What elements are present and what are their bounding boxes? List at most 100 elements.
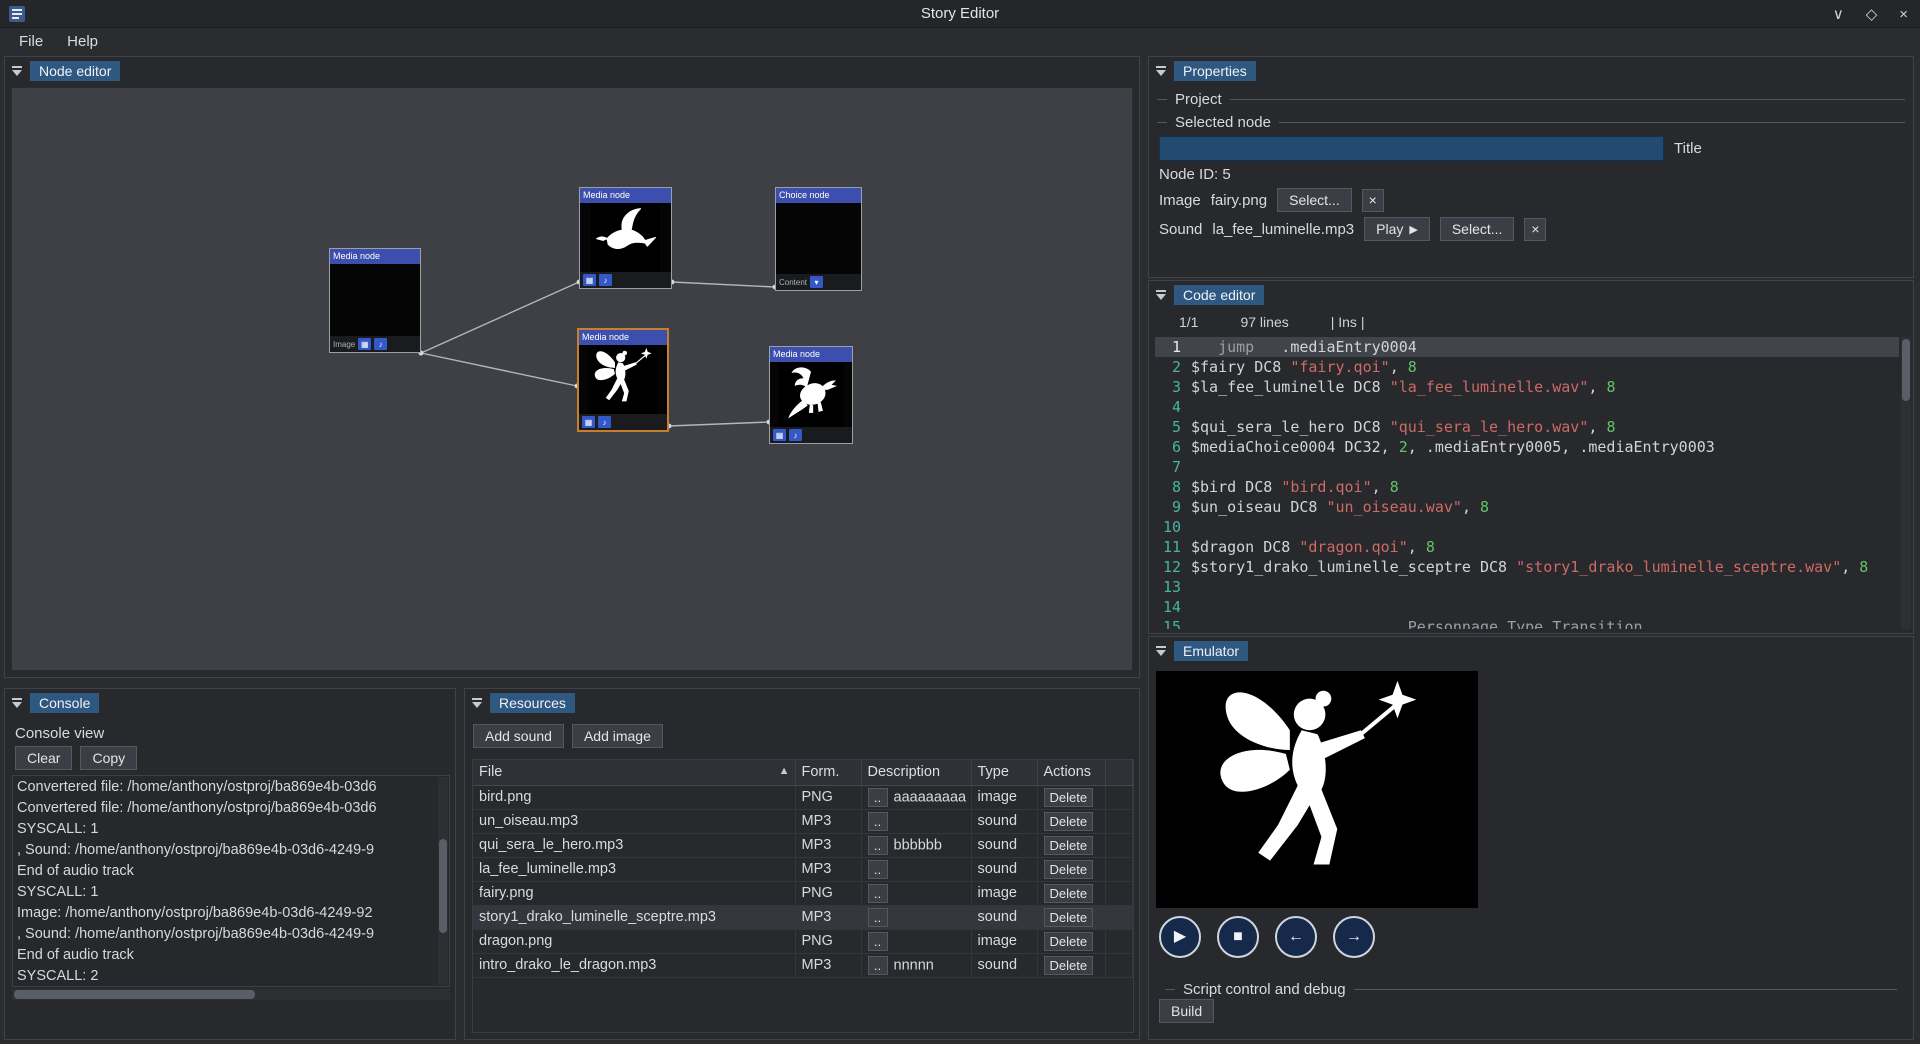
copy-button[interactable]: Copy [80, 746, 137, 770]
column-header-type[interactable]: Type [971, 760, 1037, 785]
minimize-button[interactable]: ∨ [1833, 7, 1844, 22]
panel-title-console: Console [30, 693, 99, 713]
collapse-icon[interactable] [1155, 290, 1167, 301]
build-button[interactable]: Build [1159, 999, 1214, 1023]
console-vertical-scrollbar[interactable] [438, 777, 448, 985]
image-row-label: Image [1159, 192, 1201, 209]
emulator-header: Emulator [1149, 637, 1913, 665]
code-line: 11$dragon DC8 "dragon.qoi", 8 [1155, 537, 1899, 557]
delete-button[interactable]: Delete [1044, 932, 1094, 951]
description-edit-button[interactable]: .. [868, 788, 888, 807]
collapse-icon[interactable] [1155, 66, 1167, 77]
description-edit-button[interactable]: .. [868, 932, 888, 951]
delete-button[interactable]: Delete [1044, 836, 1094, 855]
delete-button[interactable]: Delete [1044, 860, 1094, 879]
code-line: 14 [1155, 597, 1899, 617]
console-horizontal-scrollbar[interactable] [12, 989, 450, 1000]
description-edit-button[interactable]: .. [868, 836, 888, 855]
image-select-button[interactable]: Select... [1277, 188, 1352, 212]
properties-header: Properties [1149, 57, 1913, 85]
code-area[interactable]: 1 jump .mediaEntry00042$fairy DC8 "fairy… [1155, 337, 1899, 629]
column-header-description[interactable]: Description [861, 760, 971, 785]
node-chip[interactable]: ▦ [582, 416, 595, 428]
node-chip[interactable]: ♪ [374, 338, 387, 350]
collapse-icon[interactable] [1155, 646, 1167, 657]
console-log-line: Image: /home/anthony/ostproj/ba869e4b-03… [17, 903, 435, 924]
delete-button[interactable]: Delete [1044, 884, 1094, 903]
column-header-actions[interactable]: Actions [1037, 760, 1105, 785]
description-edit-button[interactable]: .. [868, 908, 888, 927]
delete-button[interactable]: Delete [1044, 908, 1094, 927]
node-bird[interactable]: Media node ▦♪ [579, 187, 672, 289]
type-cell: image [971, 785, 1037, 809]
table-row[interactable]: story1_drako_luminelle_sceptre.mp3MP3..s… [473, 905, 1133, 929]
console-hscroll-thumb[interactable] [14, 990, 255, 999]
menu-help[interactable]: Help [56, 30, 109, 53]
image-clear-button[interactable]: × [1362, 189, 1384, 212]
title-input[interactable] [1159, 136, 1664, 161]
console-log-line: End of audio track [17, 861, 435, 882]
step-forward-button[interactable]: → [1333, 916, 1375, 958]
table-row[interactable]: dragon.pngPNG..imageDelete [473, 929, 1133, 953]
column-header-file[interactable]: File▲ [473, 760, 795, 785]
column-header-form[interactable]: Form. [795, 760, 861, 785]
description-edit-button[interactable]: .. [868, 860, 888, 879]
collapse-icon[interactable] [11, 66, 23, 77]
code-scrollbar-thumb[interactable] [1902, 339, 1910, 401]
stop-button[interactable]: ■ [1217, 916, 1259, 958]
console-log-line: SYSCALL: 2 [17, 966, 435, 987]
node-canvas[interactable]: Media nodeImage▦♪ Media node ▦♪ Choice nod… [11, 87, 1133, 671]
type-cell: sound [971, 809, 1037, 833]
node-chip[interactable]: ▦ [358, 338, 371, 350]
delete-button[interactable]: Delete [1044, 812, 1094, 831]
node-body [579, 345, 667, 414]
sort-ascending-icon: ▲ [779, 765, 790, 777]
add-sound-button[interactable]: Add sound [473, 724, 564, 748]
table-row[interactable]: qui_sera_le_hero.mp3MP3..bbbbbbsoundDele… [473, 833, 1133, 857]
node-chip[interactable]: ♪ [599, 274, 612, 286]
collapse-icon[interactable] [471, 698, 483, 709]
play-button[interactable]: ▶ [1159, 916, 1201, 958]
table-row[interactable]: un_oiseau.mp3MP3..soundDelete [473, 809, 1133, 833]
type-cell: sound [971, 953, 1037, 977]
sound-clear-button[interactable]: × [1524, 218, 1546, 241]
description-edit-button[interactable]: .. [868, 884, 888, 903]
description-edit-button[interactable]: .. [868, 956, 888, 975]
node-fairy[interactable]: Media node ▦♪ [577, 328, 669, 432]
project-group-label: Project [1175, 91, 1222, 108]
type-cell: sound [971, 857, 1037, 881]
panel-code-editor: Code editor 1/1 97 lines | Ins | 1 jump … [1148, 280, 1914, 634]
code-line: 13 [1155, 577, 1899, 597]
description-edit-button[interactable]: .. [868, 812, 888, 831]
table-row[interactable]: la_fee_luminelle.mp3MP3..soundDelete [473, 857, 1133, 881]
node-dragon[interactable]: Media node ▦♪ [769, 346, 853, 444]
delete-button[interactable]: Delete [1044, 956, 1094, 975]
add-image-button[interactable]: Add image [572, 724, 663, 748]
clear-button[interactable]: Clear [15, 746, 72, 770]
node-choice[interactable]: Choice nodeContent▾ [775, 187, 862, 291]
sound-play-button[interactable]: Play ▶ [1364, 217, 1430, 241]
node-chip[interactable]: ▦ [583, 274, 596, 286]
code-scrollbar[interactable] [1901, 337, 1911, 629]
table-row[interactable]: intro_drako_le_dragon.mp3MP3..nnnnnsound… [473, 953, 1133, 977]
table-row[interactable]: fairy.pngPNG..imageDelete [473, 881, 1133, 905]
node-chip[interactable]: ▾ [810, 276, 823, 288]
node-intro[interactable]: Media nodeImage▦♪ [329, 248, 421, 353]
close-button[interactable]: × [1899, 7, 1908, 22]
step-back-button[interactable]: ← [1275, 916, 1317, 958]
collapse-icon[interactable] [11, 698, 23, 709]
console-log: Convertered file: /home/anthony/ostproj/… [12, 775, 450, 987]
window-title: Story Editor [921, 5, 999, 22]
line-number: 12 [1155, 557, 1191, 577]
node-chip[interactable]: ♪ [598, 416, 611, 428]
node-chip[interactable]: ♪ [789, 429, 802, 441]
console-vscroll-thumb[interactable] [439, 839, 447, 933]
menu-file[interactable]: File [8, 30, 54, 53]
maximize-button[interactable]: ◇ [1866, 7, 1878, 22]
sound-select-button[interactable]: Select... [1440, 217, 1515, 241]
fairy-preview-image [1199, 671, 1436, 908]
line-number: 10 [1155, 517, 1191, 537]
delete-button[interactable]: Delete [1044, 788, 1094, 807]
table-row[interactable]: bird.pngPNG..aaaaaaaaaimageDelete [473, 785, 1133, 809]
node-chip[interactable]: ▦ [773, 429, 786, 441]
